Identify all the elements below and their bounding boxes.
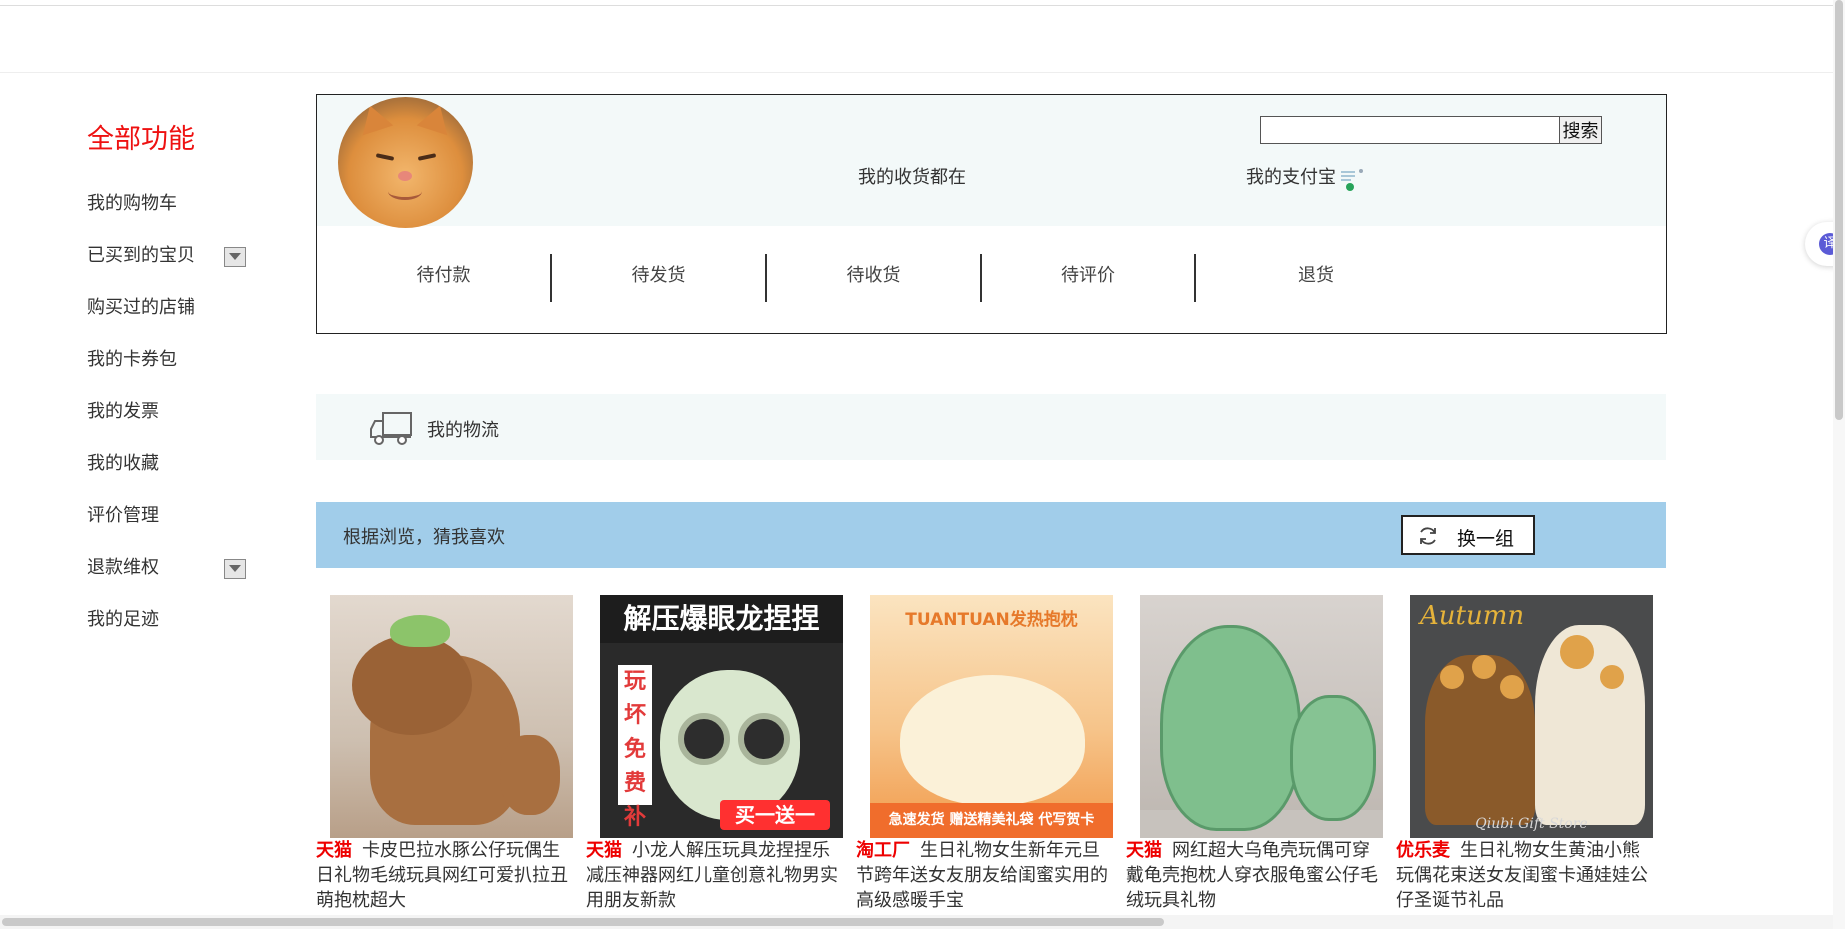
product-image[interactable] [330, 595, 573, 838]
recommend-title: 根据浏览，猜我喜欢 [343, 527, 505, 548]
product-image[interactable]: 解压爆眼龙捏捏 玩坏免费补发 买一送一 [600, 595, 843, 838]
sidebar-item-shops[interactable]: 购买过的店铺 [87, 282, 287, 334]
image-tag-text: 买一送一 [720, 800, 830, 830]
sidebar-title: 全部功能 [87, 124, 195, 155]
product-title-text: 网红超大乌龟壳玩偶可穿戴龟壳抱枕人穿衣服龟蜜公仔毛绒玩具礼物 [1126, 840, 1378, 911]
bear [1560, 635, 1594, 669]
shop-badge: 优乐麦 [1396, 840, 1450, 861]
toy-eye [678, 713, 730, 765]
image-banner-text: 解压爆眼龙捏捏 [600, 595, 843, 643]
toy-small [500, 735, 560, 815]
shop-badge: 淘工厂 [856, 840, 910, 861]
alipay-icon [1341, 169, 1363, 191]
avatar-ear [416, 100, 456, 136]
refresh-button[interactable]: 换一组 [1401, 515, 1535, 555]
image-autumn-text: Autumn [1420, 601, 1525, 631]
header-divider [0, 72, 1845, 73]
toy-eye [738, 713, 790, 765]
product-image[interactable] [1140, 595, 1383, 838]
avatar-ear [354, 100, 394, 136]
avatar-mouth [388, 183, 422, 200]
product-title-text: 小龙人解压玩具龙捏捏乐减压神器网红儿童创意礼物男实用朋友新款 [586, 840, 838, 911]
sidebar-item-refunds[interactable]: 退款维权 [87, 542, 287, 594]
bear [1600, 665, 1624, 689]
product-title[interactable]: 天猫 小龙人解压玩具龙捏捏乐减压神器网红儿童创意礼物男实用朋友新款 [586, 838, 846, 913]
sidebar-item-label: 我的购物车 [87, 193, 177, 214]
toy-head [352, 635, 472, 735]
turtle-shell [1160, 625, 1301, 831]
order-returns[interactable]: 退货 [1196, 251, 1436, 301]
sidebar-item-label: 我的足迹 [87, 609, 159, 630]
product-title[interactable]: 天猫 卡皮巴拉水豚公仔玩偶生日礼物毛绒玩具网红可爱扒拉丑萌抱枕超大 [316, 838, 576, 913]
product-image[interactable]: Autumn Qiubi Gift Store [1410, 595, 1653, 838]
order-pending-shipment[interactable]: 待发货 [552, 251, 765, 301]
avatar-nose [398, 171, 412, 181]
order-status-bar: 待付款 待发货 待收货 待评价 退货 [317, 251, 1666, 302]
bear [1500, 675, 1524, 699]
truck-icon [370, 412, 412, 445]
sidebar-item-reviews[interactable]: 评价管理 [87, 490, 287, 542]
avatar-eye [375, 153, 395, 161]
sidebar-item-label: 我的卡券包 [87, 349, 177, 370]
sidebar-item-label: 退款维权 [87, 557, 159, 578]
order-pending-review[interactable]: 待评价 [982, 251, 1194, 301]
image-side-text: 玩坏免费补发 [618, 665, 652, 830]
product-title[interactable]: 天猫 网红超大乌龟壳玩偶可穿戴龟壳抱枕人穿衣服龟蜜公仔毛绒玩具礼物 [1126, 838, 1386, 913]
sidebar-item-favorites[interactable]: 我的收藏 [87, 438, 287, 490]
product-image[interactable]: TUANTUAN发热抱枕 急速发货 赠送精美礼袋 代写贺卡 [870, 595, 1113, 838]
bear [1440, 665, 1464, 689]
product-title-text: 卡皮巴拉水豚公仔玩偶生日礼物毛绒玩具网红可爱扒拉丑萌抱枕超大 [316, 840, 568, 911]
product-title[interactable]: 淘工厂 生日礼物女生新年元旦节跨年送女友朋友给闺蜜实用的高级感暖手宝 [856, 838, 1116, 913]
scrollbar-thumb[interactable] [2, 918, 1164, 926]
order-pending-receipt[interactable]: 待收货 [767, 251, 980, 301]
logistics-bar[interactable]: 我的物流 [316, 394, 1666, 460]
sidebar-item-purchased[interactable]: 已买到的宝贝 [87, 230, 287, 282]
sidebar-item-footprints[interactable]: 我的足迹 [87, 594, 287, 646]
avatar[interactable] [338, 97, 473, 228]
sidebar-item-label: 已买到的宝贝 [87, 245, 195, 266]
product-shape [900, 675, 1085, 805]
bear [1472, 655, 1496, 679]
profile-header: 我的收货都在 我的支付宝 搜索 [317, 95, 1666, 228]
sidebar-item-label: 我的发票 [87, 401, 159, 422]
alipay-link[interactable]: 我的支付宝 [1246, 163, 1336, 189]
turtle-shell [1290, 695, 1376, 821]
shop-badge: 天猫 [1126, 840, 1162, 861]
sidebar-item-label: 购买过的店铺 [87, 297, 195, 318]
toy-hat [390, 615, 450, 647]
sidebar-item-cart[interactable]: 我的购物车 [87, 178, 287, 230]
search-button[interactable]: 搜索 [1559, 116, 1602, 144]
shop-badge: 天猫 [316, 840, 352, 861]
chevron-down-icon[interactable] [224, 559, 246, 579]
shop-badge: 天猫 [586, 840, 622, 861]
recommend-bar: 根据浏览，猜我喜欢 换一组 [316, 502, 1666, 568]
sidebar-item-coupons[interactable]: 我的卡券包 [87, 334, 287, 386]
search-input[interactable] [1260, 116, 1560, 144]
sidebar: 全部功能 我的购物车 已买到的宝贝 购买过的店铺 我的卡券包 我的发票 我的收藏… [87, 120, 287, 646]
refresh-label: 换一组 [1457, 529, 1515, 550]
logistics-label: 我的物流 [427, 420, 499, 441]
scrollbar-thumb[interactable] [1835, 0, 1843, 420]
image-store-text: Qiubi Gift Store [1475, 816, 1588, 832]
address-link[interactable]: 我的收货都在 [858, 163, 966, 189]
chevron-down-icon[interactable] [224, 247, 246, 267]
profile-card: 我的收货都在 我的支付宝 搜索 待付款 待发货 待收货 待评价 退货 [316, 94, 1667, 334]
top-border [0, 0, 1845, 6]
avatar-eye [417, 153, 437, 161]
product-title[interactable]: 优乐麦 生日礼物女生黄油小熊玩偶花束送女友闺蜜卡通娃娃公仔圣诞节礼品 [1396, 838, 1656, 913]
image-brand-text: TUANTUAN发热抱枕 [905, 610, 1078, 630]
order-pending-payment[interactable]: 待付款 [337, 251, 550, 301]
sidebar-item-label: 评价管理 [87, 505, 159, 526]
sidebar-item-invoices[interactable]: 我的发票 [87, 386, 287, 438]
vertical-scrollbar[interactable] [1833, 0, 1845, 929]
sidebar-item-label: 我的收藏 [87, 453, 159, 474]
image-strip-text: 急速发货 赠送精美礼袋 代写贺卡 [870, 803, 1113, 838]
horizontal-scrollbar[interactable] [0, 915, 1833, 929]
refresh-icon [1420, 527, 1436, 545]
